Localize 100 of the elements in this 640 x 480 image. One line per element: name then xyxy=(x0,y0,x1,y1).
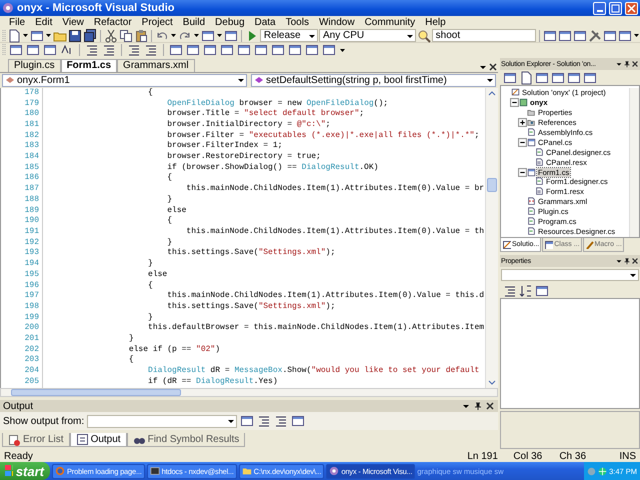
find-field[interactable]: shoot xyxy=(432,29,536,42)
window-icon[interactable] xyxy=(9,43,23,57)
close-button[interactable] xyxy=(625,2,638,14)
pages-icon[interactable] xyxy=(118,28,133,42)
menu-item[interactable]: Debug xyxy=(210,17,250,28)
solution-icon[interactable] xyxy=(502,240,511,249)
window-icon[interactable] xyxy=(237,43,251,57)
window-icon[interactable] xyxy=(291,414,306,428)
pin-icon[interactable] xyxy=(623,60,631,68)
search-icon[interactable] xyxy=(416,28,431,42)
line-number: 200 xyxy=(24,323,40,334)
menu-item[interactable]: Window xyxy=(314,17,360,28)
line-number: 182 xyxy=(24,130,40,142)
close-icon[interactable] xyxy=(631,60,639,68)
categorized-icon[interactable] xyxy=(503,284,517,298)
method-icon xyxy=(254,75,264,86)
outdent-icon[interactable] xyxy=(85,43,99,57)
window-icon[interactable] xyxy=(503,70,517,84)
horizontal-scrollbar[interactable] xyxy=(0,388,498,398)
code-line: OpenFileDialog browser = new OpenFileDialog(); xyxy=(166,98,388,109)
file-tab[interactable]: Plugin.cs xyxy=(8,58,61,72)
clipboard-icon[interactable] xyxy=(134,28,148,42)
panel-tab[interactable]: Output xyxy=(70,433,127,448)
window-icon[interactable] xyxy=(288,43,302,57)
line-number: 203 xyxy=(24,355,40,366)
window-icon[interactable] xyxy=(224,28,238,42)
menu-item[interactable]: View xyxy=(57,17,89,28)
expand-icon[interactable] xyxy=(518,118,527,128)
vertical-scrollbar[interactable] xyxy=(629,88,639,237)
class-icon xyxy=(5,75,15,86)
disks-icon[interactable] xyxy=(83,28,97,42)
pin-icon[interactable] xyxy=(473,401,483,412)
window-icon[interactable] xyxy=(220,43,234,57)
code-line: else xyxy=(147,270,168,281)
vertical-scrollbar[interactable] xyxy=(485,88,498,388)
pin-icon[interactable] xyxy=(623,257,631,265)
configuration-dropdown[interactable]: Release xyxy=(260,29,318,42)
member-dropdown[interactable]: setDefaultSetting(string p, bool firstTime) xyxy=(251,74,496,87)
globe-icon[interactable] xyxy=(598,466,608,476)
file-tab[interactable]: Grammars.xml xyxy=(117,58,195,72)
window-icon[interactable] xyxy=(271,43,285,57)
browser-icon xyxy=(55,466,65,476)
panel-tab[interactable]: Find Symbol Results xyxy=(126,433,246,448)
menu-item[interactable]: File xyxy=(4,17,30,28)
line-number: 195 xyxy=(24,270,40,281)
minimize-button[interactable] xyxy=(593,2,606,14)
save-icon[interactable] xyxy=(68,28,82,42)
resource-file-icon xyxy=(535,158,544,167)
close-icon[interactable] xyxy=(485,401,495,412)
menu-item[interactable]: Community xyxy=(360,17,420,28)
collapse-icon[interactable] xyxy=(510,98,519,108)
close-icon[interactable] xyxy=(631,257,639,265)
window-icon[interactable] xyxy=(322,43,336,57)
line-number: 181 xyxy=(24,120,40,131)
form-icon xyxy=(527,138,536,147)
code-line: else xyxy=(166,206,186,216)
macro-icon[interactable] xyxy=(584,240,594,249)
code-line: } xyxy=(147,259,153,270)
code-line: this.mainNode.ChildNodes.Item(1).Attributes.Item(0).Value = this.d xyxy=(166,291,484,302)
menu-item[interactable]: Data xyxy=(250,17,281,28)
align-icon[interactable] xyxy=(257,414,272,428)
line-number: 198 xyxy=(24,302,40,313)
folder-icon xyxy=(242,466,252,476)
window-icon[interactable] xyxy=(26,43,40,57)
scissors-icon[interactable] xyxy=(104,28,118,42)
menu-item[interactable]: Tools xyxy=(280,17,314,28)
window-icon[interactable] xyxy=(254,43,268,57)
window-icon[interactable] xyxy=(203,43,217,57)
sort-icon[interactable] xyxy=(519,284,533,298)
menu-item[interactable]: Project xyxy=(136,17,178,28)
wrap-icon[interactable] xyxy=(274,414,288,428)
new-project-icon[interactable] xyxy=(7,28,21,42)
indent-icon[interactable] xyxy=(102,43,116,57)
code-line: if (browser.ShowDialog() == DialogResult.OK) xyxy=(166,162,378,173)
menu-item[interactable]: Edit xyxy=(30,17,58,28)
close-icon[interactable] xyxy=(488,62,498,72)
file-tab[interactable]: Form1.cs xyxy=(60,58,118,72)
line-number: 191 xyxy=(24,227,40,238)
window-icon[interactable] xyxy=(186,43,200,57)
menu-item[interactable]: Refactor xyxy=(88,17,137,28)
platform-dropdown[interactable]: Any CPU xyxy=(318,29,416,42)
collapse-icon[interactable] xyxy=(518,138,527,147)
menu-item[interactable]: Help xyxy=(420,17,451,28)
window-icon[interactable] xyxy=(240,414,254,428)
line-number: 196 xyxy=(24,280,40,292)
panel-tab[interactable]: Error List xyxy=(2,433,70,448)
terminal-icon xyxy=(150,466,160,476)
menu-item[interactable]: Build xyxy=(178,17,210,28)
error-list-icon[interactable] xyxy=(8,433,21,446)
window-icon[interactable] xyxy=(43,43,57,57)
collapse-icon[interactable] xyxy=(518,168,527,177)
code-line: this.settings.Save("Settings.xml"); xyxy=(166,248,336,260)
code-line: this.defaultBrowser = this.mainNode.ChildNodes.Item(1).Attributes.Item xyxy=(147,323,484,334)
scrollbar-thumb[interactable] xyxy=(487,178,497,192)
window-icon[interactable] xyxy=(305,43,319,57)
class-dropdown[interactable]: onyx.Form1 xyxy=(2,74,247,87)
window-icon[interactable] xyxy=(169,43,183,57)
maximize-button[interactable] xyxy=(609,2,622,14)
output-icon[interactable] xyxy=(76,433,89,446)
code-file-icon xyxy=(535,177,544,186)
